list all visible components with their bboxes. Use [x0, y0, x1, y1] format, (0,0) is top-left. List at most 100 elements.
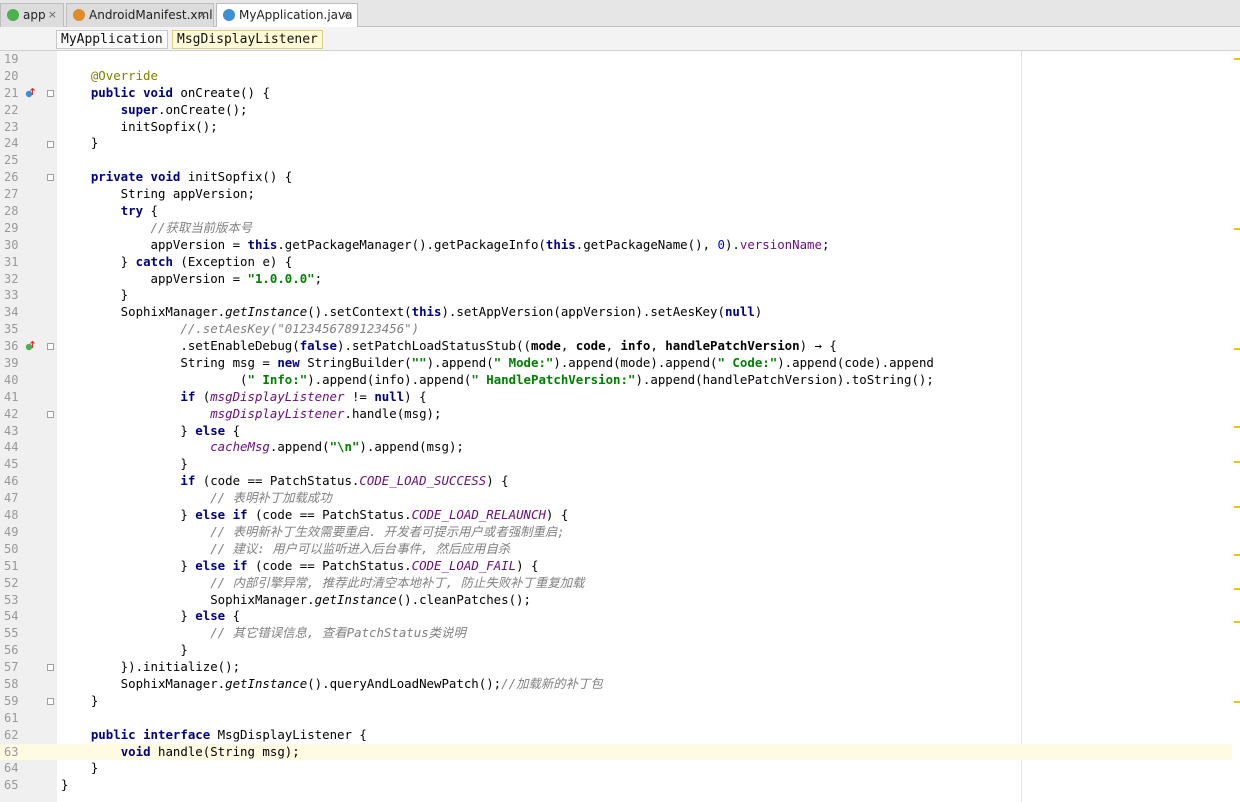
code-line[interactable]: 35 //.setAesKey("0123456789123456") — [0, 321, 1232, 338]
code-text[interactable]: super.onCreate(); — [61, 102, 248, 119]
code-text[interactable]: void handle(String msg); — [61, 744, 300, 761]
code-line[interactable]: 20 @Override — [0, 68, 1232, 85]
code-text[interactable]: String appVersion; — [61, 186, 255, 203]
code-line[interactable]: 51 } else if (code == PatchStatus.CODE_L… — [0, 558, 1232, 575]
code-text[interactable]: initSopfix(); — [61, 119, 218, 136]
code-line[interactable]: 43 } else { — [0, 423, 1232, 440]
code-text[interactable]: } — [61, 456, 187, 473]
code-text[interactable]: } else if (code == PatchStatus.CODE_LOAD… — [61, 558, 538, 575]
tab-app[interactable]: app × — [0, 3, 64, 27]
implement-method-icon[interactable] — [25, 341, 35, 351]
code-line[interactable]: 57 }).initialize(); — [0, 659, 1232, 676]
code-line[interactable]: 63 void handle(String msg); — [0, 743, 1232, 761]
code-line[interactable]: 48 } else if (code == PatchStatus.CODE_L… — [0, 507, 1232, 524]
code-line[interactable]: 34 SophixManager.getInstance().setContex… — [0, 304, 1232, 321]
close-icon[interactable]: × — [342, 4, 351, 26]
stripe-mark[interactable] — [1234, 58, 1240, 60]
code-line[interactable]: 19 — [0, 51, 1232, 68]
code-text[interactable]: appVersion = "1.0.0.0"; — [61, 271, 323, 288]
code-text[interactable]: try { — [61, 203, 158, 220]
code-text[interactable]: // 内部引擎异常, 推荐此时清空本地补丁, 防止失败补丁重复加载 — [61, 575, 584, 592]
code-line[interactable]: 62 public interface MsgDisplayListener { — [0, 727, 1232, 744]
code-line[interactable]: 55 // 其它错误信息, 查看PatchStatus类说明 — [0, 625, 1232, 642]
code-text[interactable]: if (code == PatchStatus.CODE_LOAD_SUCCES… — [61, 473, 508, 490]
stripe-mark[interactable] — [1234, 554, 1240, 556]
code-text[interactable]: if (msgDisplayListener != null) { — [61, 389, 426, 406]
code-line[interactable]: 56 } — [0, 642, 1232, 659]
code-line[interactable]: 44 cacheMsg.append("\n").append(msg); — [0, 439, 1232, 456]
code-line[interactable]: 36 .setEnableDebug(false).setPatchLoadSt… — [0, 338, 1232, 355]
override-method-icon[interactable] — [25, 87, 35, 98]
code-line[interactable]: 39 String msg = new StringBuilder("").ap… — [0, 355, 1232, 372]
stripe-mark[interactable] — [1234, 588, 1240, 590]
code-line[interactable]: 50 // 建议: 用户可以监听进入后台事件, 然后应用自杀 — [0, 541, 1232, 558]
code-text[interactable]: } — [61, 642, 187, 659]
stripe-mark[interactable] — [1234, 348, 1240, 350]
stripe-mark[interactable] — [1234, 228, 1240, 230]
code-text[interactable]: //获取当前版本号 — [61, 220, 253, 237]
code-line[interactable]: 25 — [0, 152, 1232, 169]
code-line[interactable]: 28 try { — [0, 203, 1232, 220]
code-text[interactable]: // 其它错误信息, 查看PatchStatus类说明 — [61, 625, 466, 642]
code-line[interactable]: 30 appVersion = this.getPackageManager()… — [0, 237, 1232, 254]
code-line[interactable]: 29 //获取当前版本号 — [0, 220, 1232, 237]
code-text[interactable]: }).initialize(); — [61, 659, 240, 676]
code-line[interactable]: 23 initSopfix(); — [0, 119, 1232, 136]
code-text[interactable]: cacheMsg.append("\n").append(msg); — [61, 439, 464, 456]
code-line[interactable]: 65} — [0, 777, 1232, 794]
code-text[interactable]: appVersion = this.getPackageManager().ge… — [61, 237, 830, 254]
code-line[interactable]: 47 // 表明补丁加载成功 — [0, 490, 1232, 507]
stripe-mark[interactable] — [1234, 621, 1240, 623]
code-line[interactable]: 58 SophixManager.getInstance().queryAndL… — [0, 676, 1232, 693]
stripe-mark[interactable] — [1234, 506, 1240, 508]
code-line[interactable]: 46 if (code == PatchStatus.CODE_LOAD_SUC… — [0, 473, 1232, 490]
code-line[interactable]: 64 } — [0, 760, 1232, 777]
code-line[interactable]: 21 public void onCreate() { — [0, 85, 1232, 102]
code-line[interactable]: 40 (" Info:").append(info).append(" Hand… — [0, 372, 1232, 389]
code-text[interactable]: // 建议: 用户可以监听进入后台事件, 然后应用自杀 — [61, 541, 510, 558]
code-text[interactable]: } — [61, 693, 98, 710]
code-line[interactable]: 42 msgDisplayListener.handle(msg); — [0, 406, 1232, 423]
code-line[interactable]: 53 SophixManager.getInstance().cleanPatc… — [0, 592, 1232, 609]
stripe-mark[interactable] — [1234, 426, 1240, 428]
code-editor[interactable]: 19 20 @Override 21 public void onCreate() … — [0, 51, 1232, 794]
code-text[interactable]: SophixManager.getInstance().setContext(t… — [61, 304, 763, 321]
code-text[interactable]: } else if (code == PatchStatus.CODE_LOAD… — [61, 507, 568, 524]
code-line[interactable]: 59 } — [0, 693, 1232, 710]
code-text[interactable]: (" Info:").append(info).append(" HandleP… — [61, 372, 934, 389]
code-text[interactable]: } else { — [61, 423, 240, 440]
code-text[interactable]: } — [61, 760, 98, 777]
code-line[interactable]: 24 } — [0, 135, 1232, 152]
close-icon[interactable]: × — [198, 4, 207, 26]
code-line[interactable]: 45 } — [0, 456, 1232, 473]
code-text[interactable]: SophixManager.getInstance().queryAndLoad… — [61, 676, 603, 693]
error-stripe[interactable] — [1232, 51, 1240, 802]
code-line[interactable]: 22 super.onCreate(); — [0, 102, 1232, 119]
code-line[interactable]: 31 } catch (Exception e) { — [0, 254, 1232, 271]
stripe-mark[interactable] — [1234, 461, 1240, 463]
code-line[interactable]: 61 — [0, 710, 1232, 727]
code-text[interactable]: @Override — [61, 68, 158, 85]
code-text[interactable]: private void initSopfix() { — [61, 169, 292, 186]
code-text[interactable]: } — [61, 135, 98, 152]
code-text[interactable]: } — [61, 287, 128, 304]
code-text[interactable]: SophixManager.getInstance().cleanPatches… — [61, 592, 531, 609]
code-text[interactable]: } else { — [61, 608, 240, 625]
code-line[interactable]: 33 } — [0, 287, 1232, 304]
code-text[interactable]: public interface MsgDisplayListener { — [61, 727, 367, 744]
code-text[interactable]: // 表明补丁加载成功 — [61, 490, 332, 507]
code-text[interactable]: } catch (Exception e) { — [61, 254, 293, 271]
code-text[interactable]: .setEnableDebug(false).setPatchLoadStatu… — [61, 338, 837, 355]
code-line[interactable]: 26 private void initSopfix() { — [0, 169, 1232, 186]
code-line[interactable]: 41 if (msgDisplayListener != null) { — [0, 389, 1232, 406]
code-line[interactable]: 32 appVersion = "1.0.0.0"; — [0, 271, 1232, 288]
breadcrumb-item[interactable]: MsgDisplayListener — [172, 30, 323, 49]
code-text[interactable]: msgDisplayListener.handle(msg); — [61, 406, 441, 423]
tab-androidmanifest-xml[interactable]: AndroidManifest.xml × — [66, 3, 214, 27]
code-line[interactable]: 52 // 内部引擎异常, 推荐此时清空本地补丁, 防止失败补丁重复加载 — [0, 575, 1232, 592]
code-text[interactable]: //.setAesKey("0123456789123456") — [61, 321, 419, 338]
code-text[interactable]: // 表明新补丁生效需要重启. 开发者可提示用户或者强制重启; — [61, 524, 565, 541]
code-text[interactable]: } — [61, 777, 68, 794]
code-line[interactable]: 49 // 表明新补丁生效需要重启. 开发者可提示用户或者强制重启; — [0, 524, 1232, 541]
code-line[interactable]: 54 } else { — [0, 608, 1232, 625]
